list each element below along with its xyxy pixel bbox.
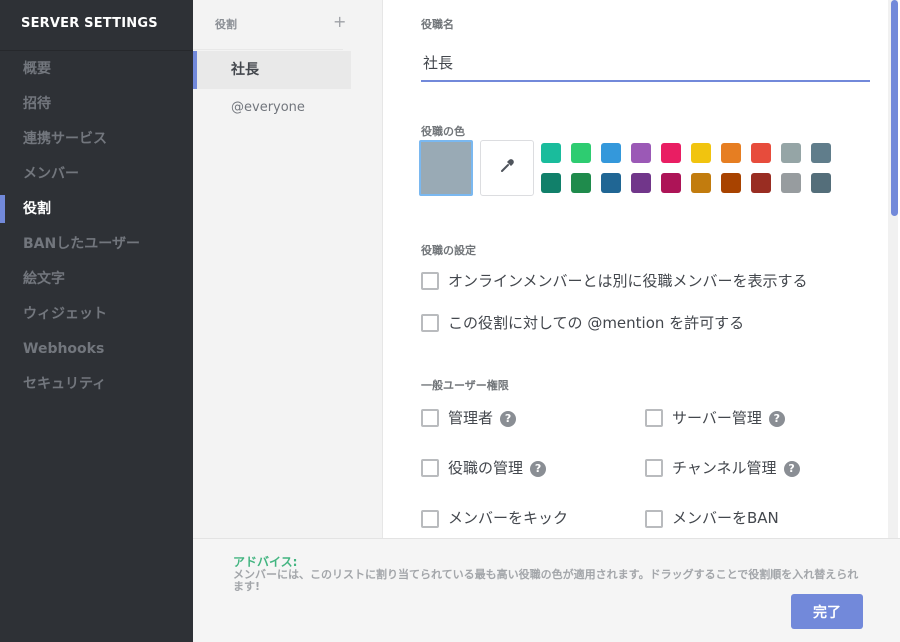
tip-text: メンバーには、このリストに割り当てられている最も高い役職の色が適用されます。ドラ… — [233, 568, 859, 593]
color-swatch[interactable] — [571, 143, 591, 163]
perm-administrator: 管理者? — [448, 407, 517, 428]
scrollbar-thumb[interactable] — [891, 0, 898, 216]
color-swatch[interactable] — [691, 173, 711, 193]
color-swatch[interactable] — [811, 143, 831, 163]
color-swatch[interactable] — [631, 173, 651, 193]
sidebar-item-members[interactable]: メンバー — [0, 157, 193, 191]
perm-kick-members-checkbox[interactable] — [421, 510, 439, 528]
perm-manage-channels-label: チャンネル管理 — [672, 459, 777, 477]
sidebar-item-invites[interactable]: 招待 — [0, 87, 193, 121]
help-icon[interactable]: ? — [783, 461, 800, 477]
color-picker-button[interactable] — [480, 140, 534, 196]
perm-administrator-label: 管理者 — [448, 409, 494, 427]
color-swatch[interactable] — [601, 143, 621, 163]
role-editor: 役職名 役職の色 役職の設定 オンラインメンバーとは別に役職メンバーを表示する … — [384, 0, 900, 538]
sidebar-item-emoji[interactable]: 絵文字 — [0, 262, 193, 296]
general-permissions-label: 一般ユーザー権限 — [421, 379, 509, 392]
sidebar-item-roles[interactable]: 役割 — [0, 192, 193, 226]
mentionable-label: この役割に対しての @mention を許可する — [448, 314, 745, 332]
role-list-divider — [193, 49, 343, 50]
color-swatch[interactable] — [721, 173, 741, 193]
color-swatch[interactable] — [691, 143, 711, 163]
color-swatch[interactable] — [601, 173, 621, 193]
color-swatch[interactable] — [631, 143, 651, 163]
color-swatch[interactable] — [541, 143, 561, 163]
done-button[interactable]: 完了 — [791, 594, 863, 629]
selected-color-swatch[interactable] — [419, 140, 473, 196]
color-swatch[interactable] — [721, 143, 741, 163]
sidebar-item-overview[interactable]: 概要 — [0, 52, 193, 86]
role-list-panel: 役割 + 社長 @everyone — [193, 0, 383, 538]
color-swatch[interactable] — [571, 173, 591, 193]
perm-ban-members-checkbox[interactable] — [645, 510, 663, 528]
role-name-input[interactable] — [421, 44, 870, 82]
color-swatch[interactable] — [541, 173, 561, 193]
color-swatch[interactable] — [751, 173, 771, 193]
eyedropper-icon — [499, 158, 515, 178]
sidebar-item-widget[interactable]: ウィジェット — [0, 297, 193, 331]
sidebar-item-integrations[interactable]: 連携サービス — [0, 122, 193, 156]
role-name-label: 役職名 — [421, 18, 454, 31]
role-item-president[interactable]: 社長 — [193, 51, 351, 89]
sidebar-item-webhooks[interactable]: Webhooks — [0, 332, 193, 366]
perm-manage-roles: 役職の管理? — [448, 457, 547, 478]
hoist-role-label: オンラインメンバーとは別に役職メンバーを表示する — [448, 272, 808, 290]
color-swatch[interactable] — [781, 143, 801, 163]
color-swatch[interactable] — [811, 173, 831, 193]
help-icon[interactable]: ? — [530, 461, 547, 477]
sidebar-title: SERVER SETTINGS — [21, 16, 158, 31]
perm-manage-roles-label: 役職の管理 — [448, 459, 524, 477]
role-list-header: 役割 — [215, 18, 237, 31]
mentionable-checkbox[interactable] — [421, 314, 439, 332]
perm-manage-server-checkbox[interactable] — [645, 409, 663, 427]
help-icon[interactable]: ? — [500, 411, 517, 427]
perm-manage-channels: チャンネル管理? — [672, 457, 800, 478]
tip-footer: アドバイス: メンバーには、このリストに割り当てられている最も高い役職の色が適用… — [193, 538, 900, 642]
perm-manage-channels-checkbox[interactable] — [645, 459, 663, 477]
help-icon[interactable]: ? — [768, 411, 785, 427]
perm-manage-server-label: サーバー管理 — [672, 409, 762, 427]
perm-manage-server: サーバー管理? — [672, 407, 785, 428]
perm-ban-members-label: メンバーをBAN — [672, 509, 779, 527]
color-swatch[interactable] — [781, 173, 801, 193]
role-settings-label: 役職の設定 — [421, 244, 476, 257]
sidebar-divider — [0, 50, 193, 51]
settings-sidebar: SERVER SETTINGS 概要 招待 連携サービス メンバー 役割 BAN… — [0, 0, 193, 642]
perm-manage-roles-checkbox[interactable] — [421, 459, 439, 477]
perm-kick-members-label: メンバーをキック — [448, 509, 569, 527]
role-item-everyone[interactable]: @everyone — [193, 89, 351, 127]
color-swatch[interactable] — [751, 143, 771, 163]
add-role-icon[interactable]: + — [333, 12, 346, 31]
hoist-role-checkbox[interactable] — [421, 272, 439, 290]
perm-administrator-checkbox[interactable] — [421, 409, 439, 427]
sidebar-item-security[interactable]: セキュリティ — [0, 367, 193, 401]
color-swatch[interactable] — [661, 143, 681, 163]
color-swatch[interactable] — [661, 173, 681, 193]
sidebar-item-bans[interactable]: BANしたユーザー — [0, 227, 193, 261]
role-color-label: 役職の色 — [421, 125, 465, 138]
